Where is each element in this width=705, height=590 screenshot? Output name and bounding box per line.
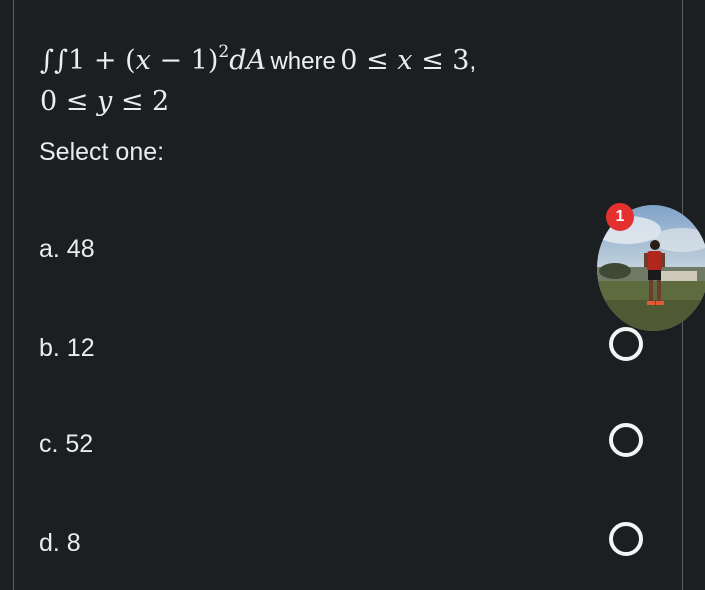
answer-option-d[interactable]: d. 8 — [39, 517, 659, 567]
where-label: where — [270, 48, 336, 75]
notification-badge: 1 — [606, 203, 634, 231]
select-one-label: Select one: — [39, 138, 165, 166]
answer-option-b[interactable]: b. 12 — [39, 322, 659, 372]
answer-option-c[interactable]: c. 52 — [39, 418, 659, 468]
option-label: a. 48 — [39, 235, 95, 263]
radio-button-d[interactable] — [609, 522, 643, 556]
math-integral: ∫∫1 + (x − 1)2dA — [40, 42, 266, 77]
answer-option-a[interactable]: a. 48 — [39, 223, 659, 273]
option-label: c. 52 — [39, 430, 94, 458]
radio-button-c[interactable] — [609, 423, 643, 457]
option-label: b. 12 — [39, 334, 95, 362]
option-label: d. 8 — [39, 529, 81, 557]
math-y-range: 0 ≤ y ≤ 2 — [40, 86, 170, 117]
radio-button-b[interactable] — [609, 327, 643, 361]
question-text: ∫∫1 + (x − 1)2dA where 0 ≤ x ≤ 3, 0 ≤ y … — [40, 42, 600, 120]
math-x-range: 0 ≤ x ≤ 3 — [340, 45, 470, 76]
comma: , — [469, 48, 477, 75]
